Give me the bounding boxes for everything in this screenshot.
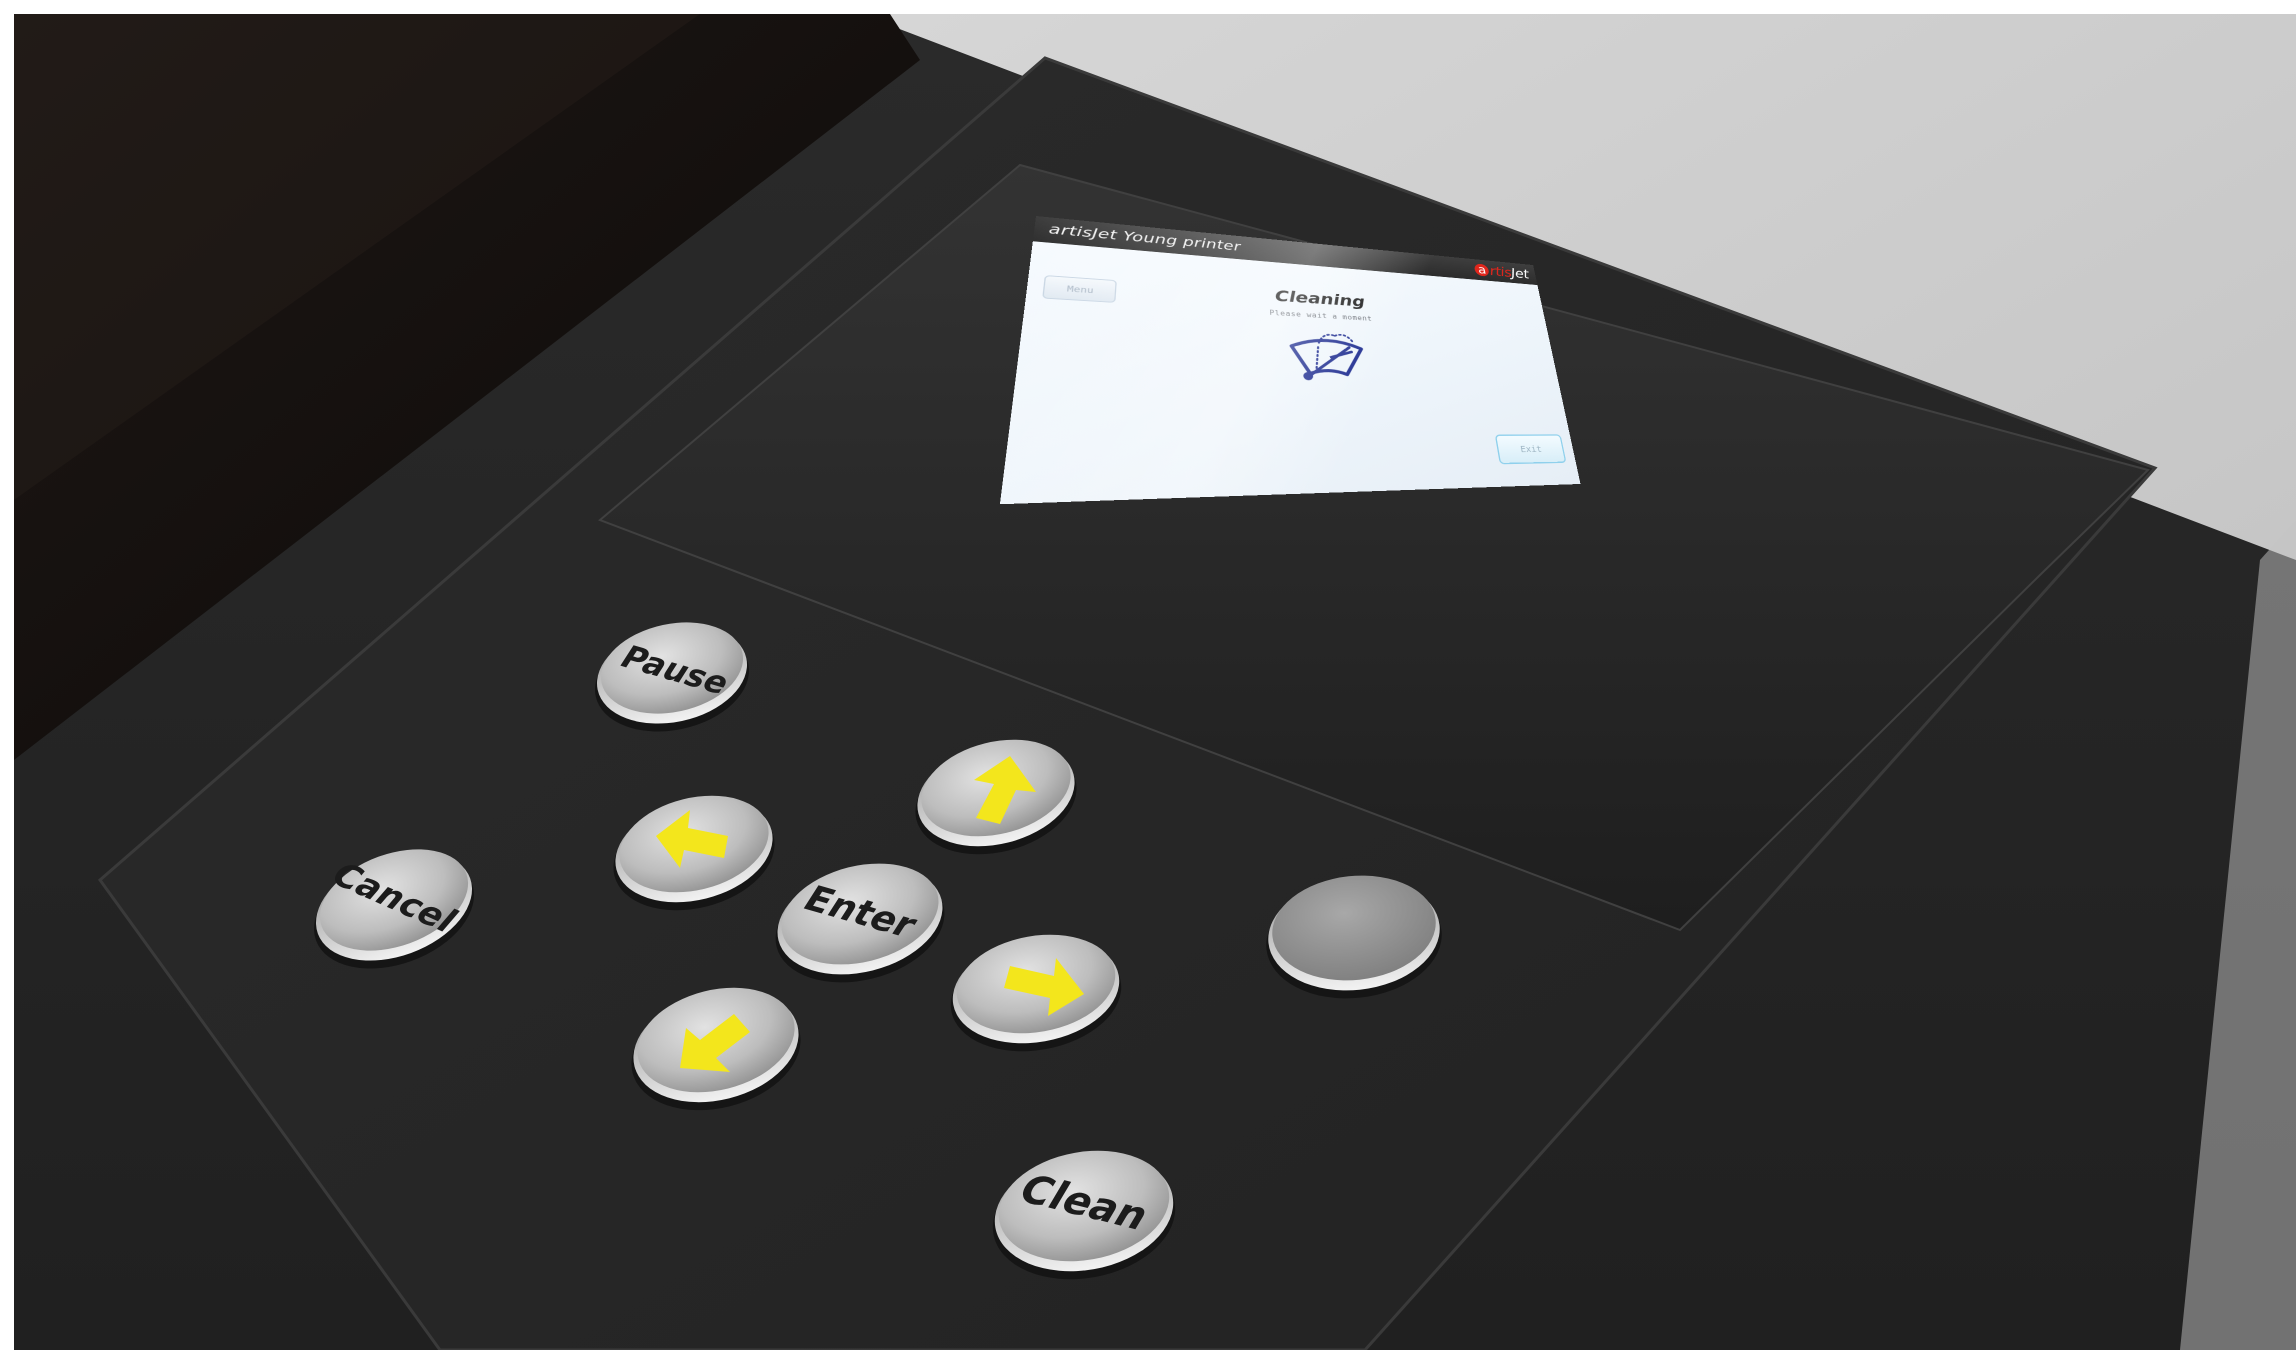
right-arrow-button[interactable] bbox=[942, 923, 1130, 1064]
keypad bbox=[314, 622, 1447, 1280]
printer-control-panel: artisJet Young printer a rtis Jet Menu C… bbox=[0, 0, 2296, 1350]
blank-button[interactable] bbox=[1260, 868, 1447, 1007]
down-arrow-button[interactable] bbox=[619, 972, 813, 1127]
up-arrow-button[interactable] bbox=[904, 725, 1088, 870]
left-arrow-button[interactable] bbox=[602, 781, 786, 926]
